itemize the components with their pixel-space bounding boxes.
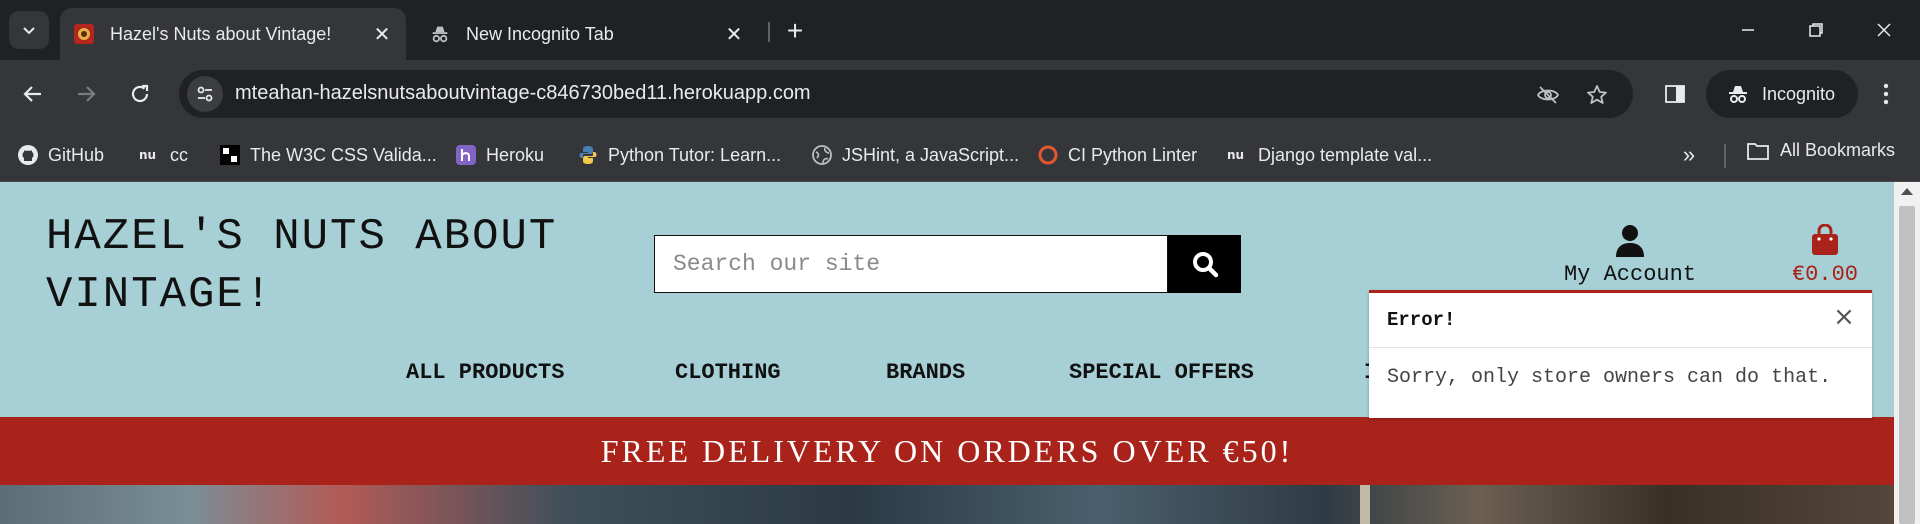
reload-button[interactable] <box>120 74 160 114</box>
site-info-icon[interactable] <box>187 76 223 112</box>
chevron-double-right-icon[interactable]: » <box>1676 142 1702 168</box>
more-menu-icon[interactable] <box>1866 74 1906 114</box>
arrow-left-icon <box>23 86 41 102</box>
bookmark-label: The W3C CSS Valida... <box>250 144 437 165</box>
bookmark-github[interactable]: GitHub <box>16 140 104 170</box>
bookmark-label: Heroku <box>486 144 545 165</box>
svg-text:nu: nu <box>1227 148 1244 162</box>
ring-icon <box>1036 143 1060 167</box>
forward-button[interactable] <box>66 74 106 114</box>
incognito-icon <box>1724 82 1752 106</box>
bookmark-ci-linter[interactable]: CI Python Linter <box>1036 140 1197 170</box>
url-text[interactable]: mteahan-hazelsnutsaboutvintage-c846730be… <box>235 82 811 105</box>
nav-brands[interactable]: BRANDS <box>886 360 965 385</box>
close-icon[interactable]: × <box>1832 302 1856 332</box>
bookmark-label: Python Tutor: Learn... <box>608 144 782 165</box>
svg-text:nu: nu <box>139 148 156 162</box>
side-panel-icon[interactable] <box>1655 74 1695 114</box>
nav-special-offers[interactable]: SPECIAL OFFERS <box>1069 360 1254 385</box>
delivery-banner: FREE DELIVERY ON ORDERS OVER €50! <box>0 417 1894 485</box>
nu-icon: nu <box>138 143 162 167</box>
incognito-label: Incognito <box>1762 83 1836 104</box>
new-tab-button[interactable]: + <box>778 14 812 48</box>
reload-icon <box>131 84 149 103</box>
w3c-icon <box>218 143 242 167</box>
scrollbar-thumb[interactable] <box>1899 206 1915 524</box>
hero-image-detail <box>1360 485 1370 524</box>
toast-header: Error! <box>1369 293 1872 348</box>
tab-title: Hazel's Nuts about Vintage! <box>110 23 332 44</box>
site-logo[interactable]: HAZEL'S NUTS ABOUT VINTAGE! <box>46 208 557 324</box>
all-bookmarks-button[interactable]: All Bookmarks <box>1746 140 1895 161</box>
tab-search-button[interactable] <box>9 11 49 49</box>
scroll-up-arrow-icon[interactable] <box>1901 188 1913 195</box>
bookmark-label: JSHint, a JavaScript... <box>842 144 1020 165</box>
tab-strip: Hazel's Nuts about Vintage! ✕ New Incogn… <box>0 0 1920 60</box>
bookmark-label: cc <box>170 144 188 165</box>
page-scrollbar[interactable] <box>1894 182 1920 524</box>
minimize-icon[interactable] <box>1720 8 1776 52</box>
bookmark-python-tutor[interactable]: Python Tutor: Learn... <box>576 140 781 170</box>
error-toast: Error! × Sorry, only store owners can do… <box>1369 290 1872 418</box>
bookmarks-separator <box>1724 144 1726 168</box>
close-tab-icon[interactable]: ✕ <box>720 20 748 48</box>
github-icon <box>16 143 40 167</box>
restore-icon[interactable] <box>1788 8 1844 52</box>
search-button[interactable] <box>1168 235 1241 293</box>
tab-hazels[interactable]: Hazel's Nuts about Vintage! ✕ <box>60 8 406 60</box>
nav-clothing[interactable]: CLOTHING <box>675 360 781 385</box>
bookmark-w3c[interactable]: The W3C CSS Valida... <box>218 140 437 170</box>
delivery-banner-text: FREE DELIVERY ON ORDERS OVER €50! <box>600 432 1294 469</box>
tab-title: New Incognito Tab <box>466 23 614 44</box>
heroku-icon <box>454 143 478 167</box>
logo-line-2: VINTAGE! <box>46 270 274 320</box>
browser-toolbar: mteahan-hazelsnutsaboutvintage-c846730be… <box>0 60 1920 128</box>
bookmark-django-validator[interactable]: nu Django template val... <box>1226 140 1432 170</box>
toast-message: Sorry, only store owners can do that. <box>1387 366 1832 389</box>
back-button[interactable] <box>13 74 53 114</box>
window-close-icon[interactable] <box>1856 8 1912 52</box>
my-account-label: My Account <box>1563 262 1697 287</box>
user-icon <box>1548 224 1712 262</box>
toast-title: Error! <box>1387 309 1456 331</box>
bag-total: €0.00 <box>1791 262 1858 287</box>
nu-icon: nu <box>1226 143 1250 167</box>
bookmark-cc[interactable]: nu cc <box>138 140 188 170</box>
incognito-profile-button[interactable]: Incognito <box>1706 70 1858 118</box>
tab-separator <box>768 22 770 42</box>
bookmark-label: CI Python Linter <box>1068 144 1198 165</box>
folder-icon <box>1746 141 1770 161</box>
bookmark-heroku[interactable]: Heroku <box>454 140 544 170</box>
globe-icon <box>810 143 834 167</box>
my-account-link[interactable]: My Account <box>1548 224 1712 287</box>
page-viewport: HAZEL'S NUTS ABOUT VINTAGE! My Account €… <box>0 182 1920 524</box>
site-favicon-icon <box>72 22 96 46</box>
shopping-bag-link[interactable]: €0.00 <box>1770 224 1880 287</box>
hero-image <box>0 485 1894 524</box>
search-icon <box>1192 252 1218 278</box>
bookmark-label: Django template val... <box>1258 144 1433 165</box>
bookmark-jshint[interactable]: JSHint, a JavaScript... <box>810 140 1019 170</box>
address-bar[interactable]: mteahan-hazelsnutsaboutvintage-c846730be… <box>179 70 1633 118</box>
eye-off-icon[interactable] <box>1535 82 1561 108</box>
python-icon <box>576 143 600 167</box>
search-input[interactable] <box>654 235 1169 293</box>
close-tab-icon[interactable]: ✕ <box>368 20 396 48</box>
shopping-bag-icon <box>1770 224 1880 262</box>
search-form <box>654 235 1241 293</box>
star-icon[interactable] <box>1584 82 1610 108</box>
bookmarks-bar: GitHub nu cc The W3C CSS Valida... Herok… <box>0 128 1920 182</box>
tab-new-incognito[interactable]: New Incognito Tab ✕ <box>416 8 758 60</box>
logo-line-1: HAZEL'S NUTS ABOUT <box>46 212 558 262</box>
arrow-right-icon <box>78 86 96 102</box>
nav-all-products[interactable]: ALL PRODUCTS <box>406 360 564 385</box>
incognito-icon <box>428 22 452 46</box>
bookmark-label: GitHub <box>48 144 105 165</box>
chevron-down-icon <box>23 27 35 35</box>
all-bookmarks-label: All Bookmarks <box>1780 140 1896 160</box>
